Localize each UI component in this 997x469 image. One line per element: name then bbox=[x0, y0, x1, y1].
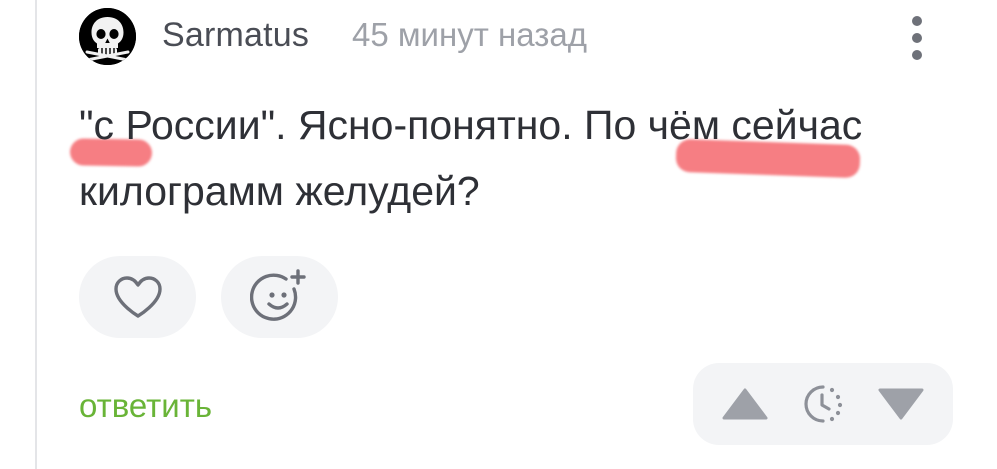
add-reaction-button[interactable] bbox=[221, 256, 338, 338]
more-dot-icon bbox=[912, 33, 922, 43]
triangle-down-icon bbox=[878, 388, 924, 420]
upvote-button[interactable] bbox=[713, 363, 777, 445]
smiley-add-icon bbox=[249, 269, 306, 321]
vote-panel bbox=[693, 363, 953, 445]
like-button[interactable] bbox=[79, 256, 196, 338]
username[interactable]: Sarmatus bbox=[162, 13, 309, 57]
thread-line[interactable] bbox=[35, 0, 37, 469]
downvote-button[interactable] bbox=[869, 363, 933, 445]
more-options-button[interactable] bbox=[898, 10, 938, 66]
clock-dotted-icon bbox=[804, 385, 843, 423]
more-dot-icon bbox=[912, 16, 922, 26]
heart-outline-icon bbox=[113, 276, 162, 318]
triangle-up-icon bbox=[722, 388, 768, 420]
comment-text-highlight: По чём bbox=[584, 102, 721, 148]
avatar[interactable] bbox=[79, 8, 136, 65]
rating-button[interactable] bbox=[793, 363, 853, 445]
reply-link[interactable]: ответить bbox=[79, 384, 212, 428]
comment-text-part: "с России". Ясно-понятно. bbox=[79, 102, 584, 148]
comment-card: Sarmatus 45 минут назад "с России". Ясно… bbox=[0, 0, 997, 469]
more-dot-icon bbox=[912, 50, 922, 60]
comment-timestamp[interactable]: 45 минут назад bbox=[352, 13, 587, 57]
skull-icon bbox=[79, 8, 136, 65]
comment-text: "с России". Ясно-понятно. По чём сейчас … bbox=[79, 92, 939, 224]
